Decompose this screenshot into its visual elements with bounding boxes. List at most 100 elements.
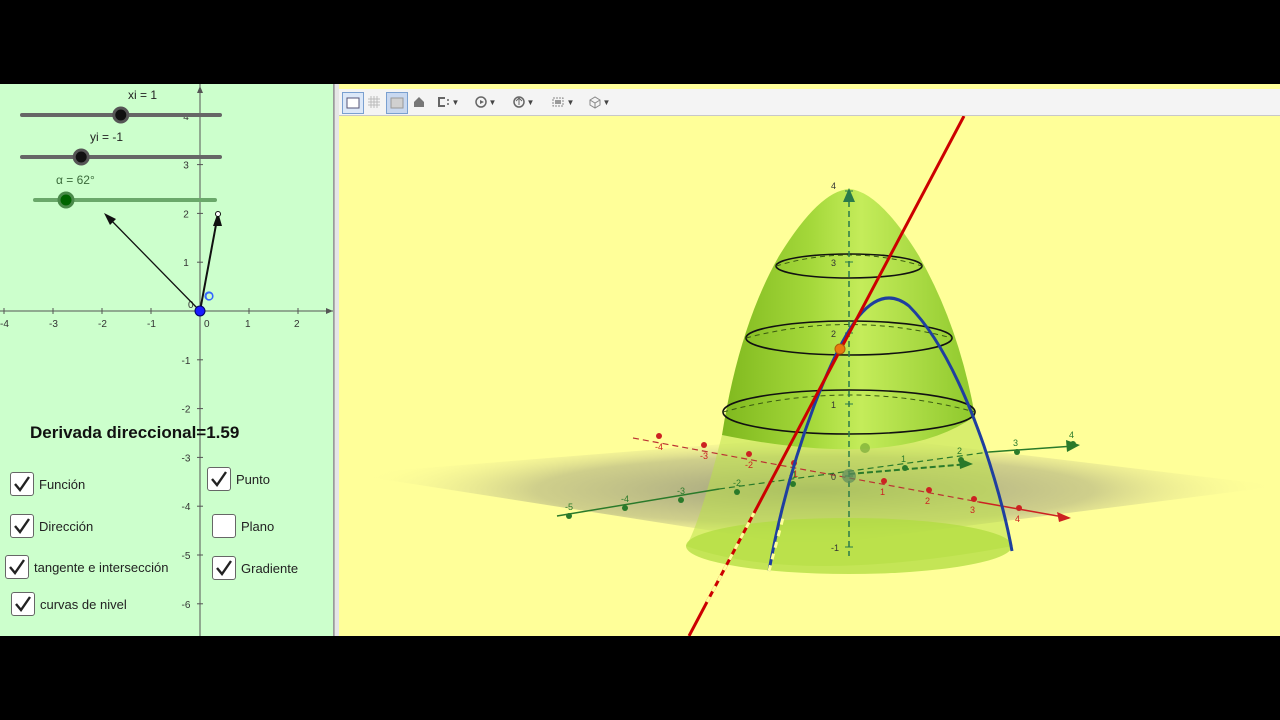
y-tick-3d [1070,441,1076,447]
graphics-3d-panel: ▼ ▼ ▼ ▼ ▼ 4 3 2 1 0 -1 -4 -3 -2 -1 1 2 3… [339,84,1280,636]
origin-3d [842,469,856,483]
slider-alpha-label: α = 62° [56,173,95,187]
view-direction-icon[interactable]: ▼ [508,92,538,112]
x-tick-3d [881,478,887,484]
y-tick-label-3d: -5 [565,502,573,512]
x-tick-label-2d: 2 [294,319,300,330]
y-tick-3d [566,513,572,519]
checkbox-gradiente[interactable]: Gradiente [212,556,298,580]
x-axis-2d-arrow [326,308,333,314]
checkbox-punto-box[interactable] [207,467,231,491]
checkbox-plano-box[interactable] [212,514,236,538]
y-tick-label-2d: -5 [182,551,191,562]
y-tick-label-2d: 3 [183,161,189,172]
axes-icon[interactable] [386,92,408,114]
home-icon[interactable] [411,92,427,112]
graphics-3d-canvas[interactable]: 43210-1-4-3-2-11234-5-4-3-2-11234 [339,116,1280,636]
checkbox-tangente-box[interactable] [5,555,29,579]
y-tick-label-2d: -1 [182,356,191,367]
checkbox-gradiente-box[interactable] [212,556,236,580]
graphics-view-icon[interactable] [342,92,364,114]
point-xi-yi[interactable] [194,305,206,317]
y-tick-label-2d: 1 [183,258,189,269]
checkbox-direccion-box[interactable] [10,514,34,538]
checkbox-plano[interactable]: Plano [212,514,274,538]
cube-icon[interactable]: ▼ [584,92,614,112]
slider-alpha-knob[interactable] [57,191,75,209]
x-tick-3d [746,451,752,457]
point-on-surface[interactable] [834,343,846,355]
checkbox-tangente[interactable]: tangente e intersección [5,555,168,579]
checkbox-funcion-box[interactable] [10,472,34,496]
x-tick-label-3d: 1 [880,487,885,497]
z-tick-label-3d: 4 [831,181,836,191]
slider-yi-knob[interactable] [72,148,90,166]
checkbox-funcion[interactable]: Función [10,472,85,496]
paraboloid-surface[interactable] [722,189,975,450]
y-tick-3d [790,481,796,487]
z-tick-label-3d: 3 [831,258,836,268]
x-tick-label-2d: 0 [204,319,210,330]
checkbox-curvas-box[interactable] [11,592,35,616]
y-tick-label-2d: -2 [182,405,191,416]
x-tick-label-3d: -4 [655,442,663,452]
x-tick-label-2d: -4 [0,319,9,330]
slider-xi[interactable] [20,106,222,124]
slider-xi-knob[interactable] [112,106,130,124]
y-tick-label-3d: 1 [901,454,906,464]
x-tick-3d [926,487,932,493]
checkbox-curvas[interactable]: curvas de nivel [11,592,127,616]
y-tick-label-2d: 2 [183,209,189,220]
checkbox-tangente-label: tangente e intersección [34,559,169,575]
slider-alpha[interactable] [33,191,217,209]
x-tick-label-3d: 4 [1015,514,1020,524]
directional-derivative-text: Derivada direccional=1.59 [30,423,240,442]
x-tick-label-2d: -1 [147,319,156,330]
y-tick-label-3d: -2 [733,478,741,488]
style-bar: ▼ ▼ ▼ ▼ ▼ [339,89,1280,116]
x-tick-3d [1016,505,1022,511]
z-tick-label-3d: 0 [831,472,836,482]
checkbox-punto-label: Punto [236,471,270,487]
checkbox-funcion-label: Función [39,476,86,492]
checkbox-direccion[interactable]: Dirección [10,514,93,538]
x-tick-label-3d: -3 [700,451,708,461]
y-tick-label-3d: 2 [957,446,962,456]
rotate-icon[interactable]: ▼ [470,92,500,112]
z-tick-label-3d: -1 [831,543,839,553]
y-tick-3d [734,489,740,495]
y-tick-label-3d: -3 [677,486,685,496]
clipping-icon[interactable]: ▼ [432,92,462,112]
x-tick-label-3d: 2 [925,496,930,506]
checkbox-punto[interactable]: Punto [207,467,270,491]
x-tick-label-2d: -3 [49,319,58,330]
y-tick-label-2d: -6 [182,600,191,611]
slider-xi-label: xi = 1 [128,88,158,102]
projected-point-3d [860,443,870,453]
grid-icon[interactable] [365,92,383,112]
y-tick-3d [622,505,628,511]
y-axis-2d-arrow [197,86,203,93]
x-tick-3d [971,496,977,502]
x-tick-label-3d: 3 [970,505,975,515]
y-tick-label-2d: -4 [182,502,191,513]
projection-icon[interactable]: ▼ [546,92,578,112]
y-tick-label-2d: -3 [182,453,191,464]
x-tick-3d [656,433,662,439]
x-tick-3d [701,442,707,448]
direction-vector-endpoint[interactable] [215,211,221,217]
slider-yi[interactable] [20,148,222,166]
graphics-2d-panel: -4 -3 -2 -1 0 1 2 4 3 2 1 -1 -2 -3 -4 -5 -6 0 O x [0,84,334,636]
checkbox-curvas-label: curvas de nivel [40,596,127,612]
y-tick-3d [1014,449,1020,455]
y-tick-label-3d: -4 [621,494,629,504]
x-tick-label-2d: 1 [245,319,251,330]
z-tick-label-3d: 2 [831,329,836,339]
x-tick-label-2d: -2 [98,319,107,330]
y-tick-3d [678,497,684,503]
graphics-2d-canvas[interactable]: -4 -3 -2 -1 0 1 24321-1-2-3-4-5-60O [0,84,333,636]
checkbox-plano-label: Plano [241,518,275,534]
z-tick-label-3d: 1 [831,400,836,410]
slider-yi-label: yi = -1 [90,130,124,144]
x-tick-label-3d: -2 [745,460,753,470]
